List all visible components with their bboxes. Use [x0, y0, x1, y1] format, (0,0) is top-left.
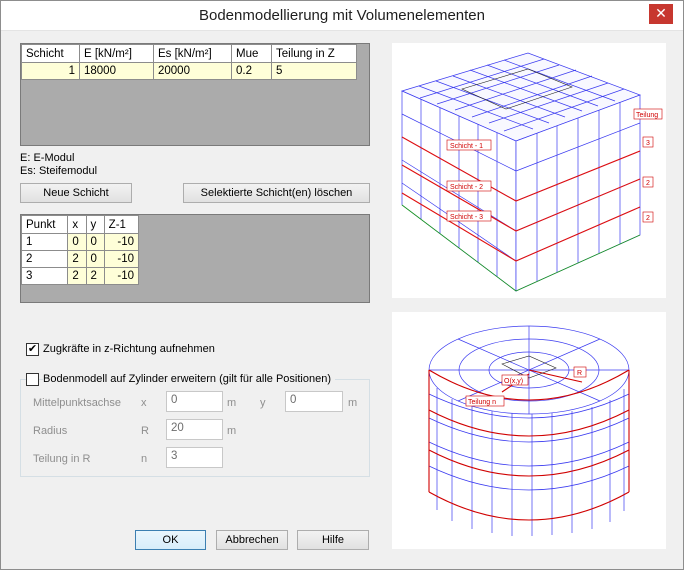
layers-table[interactable]: Schicht E [kN/m²] Es [kN/m²] Mue Teilung…: [21, 44, 357, 80]
cell-punkt[interactable]: 3: [20, 267, 69, 285]
col-header-schicht: Schicht: [21, 44, 80, 63]
cuboid-soil-model-image: Schicht - 1 Schicht - 2 Schicht - 3 Teil…: [400, 52, 663, 292]
cylinder-teilung-label: Teilung n: [468, 399, 496, 406]
teilung-value-3: 2: [646, 215, 650, 222]
center-y-unit: m: [348, 397, 358, 409]
col-header-es: Es [kN/m²]: [153, 44, 232, 63]
teilung-label: Teilung: [636, 112, 658, 119]
cell-x[interactable]: 2: [67, 250, 87, 268]
cell-e[interactable]: 18000: [79, 62, 154, 80]
title-bar: Bodenmodellierung mit Volumenelementen ✕: [1, 1, 683, 31]
preview-cylinder: O(x,y) R Teilung n: [392, 312, 666, 549]
layers-header-row: Schicht E [kN/m²] Es [kN/m²] Mue Teilung…: [21, 44, 357, 63]
cell-y[interactable]: 0: [85, 250, 105, 268]
points-header-row: Punkt x y Z-1: [20, 215, 140, 234]
layer-1-label: Schicht - 1: [450, 143, 483, 150]
radius-unit: m: [227, 425, 237, 437]
cylinder-radius-label: R: [577, 370, 582, 377]
table-row[interactable]: 1 0 0 -10: [20, 233, 140, 251]
cell-y[interactable]: 0: [85, 233, 105, 251]
teilung-value-1: 3: [646, 140, 650, 147]
center-x-unit: m: [227, 397, 237, 409]
cell-z1[interactable]: -10: [103, 233, 140, 251]
cell-z1[interactable]: -10: [103, 267, 140, 285]
cell-schicht[interactable]: 1: [21, 62, 80, 80]
cylinder-soil-model-image: O(x,y) R Teilung n: [428, 325, 630, 536]
layers-grid-panel[interactable]: Schicht E [kN/m²] Es [kN/m²] Mue Teilung…: [20, 43, 370, 146]
legend-e-modul: E: E-Modul: [20, 152, 75, 164]
radius-field[interactable]: 20: [166, 419, 223, 440]
table-row[interactable]: 1 18000 20000 0.2 5: [21, 62, 357, 80]
tension-label[interactable]: Zugkräfte in z-Richtung aufnehmen: [43, 343, 215, 355]
delete-layer-button[interactable]: Selektierte Schicht(en) löschen: [183, 183, 370, 203]
cell-x[interactable]: 0: [67, 233, 87, 251]
points-grid-panel[interactable]: Punkt x y Z-1 1 0 0 -10 2 2 0 -10 3 2 2: [20, 214, 370, 303]
division-n-label: n: [141, 453, 148, 465]
cell-x[interactable]: 2: [67, 267, 87, 285]
cylinder-checkbox[interactable]: [26, 373, 39, 386]
cell-mue[interactable]: 0.2: [231, 62, 272, 80]
center-x-label: x: [141, 397, 147, 409]
table-row[interactable]: 3 2 2 -10: [20, 267, 140, 285]
col-header-mue: Mue: [231, 44, 272, 63]
center-axis-label: Mittelpunktsachse: [33, 397, 122, 409]
col-header-z1: Z-1: [103, 215, 140, 234]
col-header-e: E [kN/m²]: [79, 44, 154, 63]
radius-label: Radius: [33, 425, 68, 437]
center-y-field[interactable]: 0: [285, 391, 343, 412]
division-r-label: Teilung in R: [33, 453, 91, 465]
col-header-teilung: Teilung in Z: [271, 44, 357, 63]
cell-teilung[interactable]: 5: [271, 62, 357, 80]
cell-z1[interactable]: -10: [103, 250, 140, 268]
preview-cuboid: Schicht - 1 Schicht - 2 Schicht - 3 Teil…: [392, 43, 666, 298]
radius-r-label: R: [141, 425, 149, 437]
ok-button[interactable]: OK: [135, 530, 206, 550]
new-layer-button[interactable]: Neue Schicht: [20, 183, 132, 203]
layer-2-label: Schicht - 2: [450, 184, 483, 191]
tension-checkbox[interactable]: ✔: [26, 343, 39, 356]
cell-es[interactable]: 20000: [153, 62, 232, 80]
dialog-title: Bodenmodellierung mit Volumenelementen: [198, 7, 485, 24]
close-button[interactable]: ✕: [649, 4, 673, 24]
teilung-value-2: 2: [646, 180, 650, 187]
legend-steifemodul: Es: Steifemodul: [20, 165, 98, 177]
help-button[interactable]: Hilfe: [297, 530, 369, 550]
col-header-x: x: [67, 215, 87, 234]
cylinder-label[interactable]: Bodenmodell auf Zylinder erweitern (gilt…: [43, 373, 335, 385]
cancel-button[interactable]: Abbrechen: [216, 530, 288, 550]
col-header-y: y: [85, 215, 105, 234]
cell-punkt[interactable]: 1: [20, 233, 69, 251]
layer-3-label: Schicht - 3: [450, 214, 483, 221]
division-field[interactable]: 3: [166, 447, 223, 468]
col-header-punkt: Punkt: [20, 215, 69, 234]
cell-punkt[interactable]: 2: [20, 250, 69, 268]
points-table[interactable]: Punkt x y Z-1 1 0 0 -10 2 2 0 -10 3 2 2: [20, 215, 140, 285]
table-row[interactable]: 2 2 0 -10: [20, 250, 140, 268]
cell-y[interactable]: 2: [85, 267, 105, 285]
center-x-field[interactable]: 0: [166, 391, 223, 412]
cylinder-center-label: O(x,y): [504, 378, 523, 385]
dialog-window: Bodenmodellierung mit Volumenelementen ✕…: [0, 0, 684, 570]
center-y-label: y: [260, 397, 266, 409]
